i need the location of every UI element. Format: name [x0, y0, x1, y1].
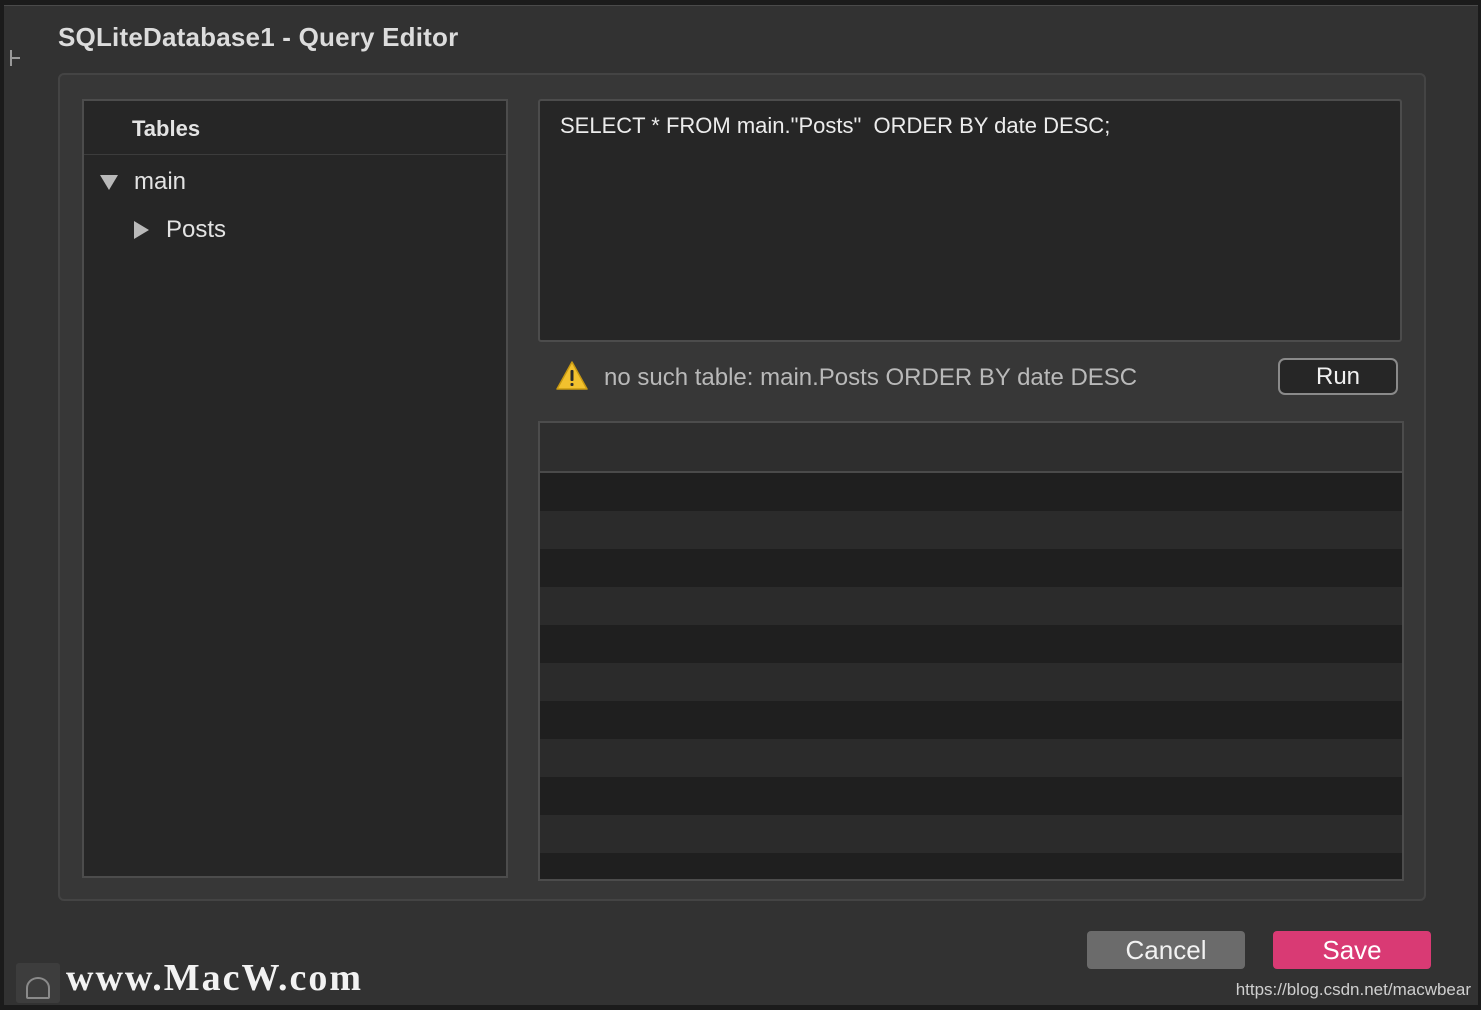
tables-header[interactable]: Tables [84, 101, 506, 155]
warning-icon [556, 361, 588, 390]
save-button[interactable]: Save [1273, 931, 1431, 969]
sql-query-textarea[interactable]: SELECT * FROM main."Posts" ORDER BY date… [538, 99, 1402, 342]
results-grid[interactable] [538, 421, 1404, 881]
table-row [540, 701, 1402, 739]
table-row [540, 549, 1402, 587]
tree-item-main[interactable]: main [98, 167, 186, 197]
table-row [540, 587, 1402, 625]
tree-item-label: main [134, 168, 187, 195]
table-row [540, 815, 1402, 853]
table-row [540, 777, 1402, 815]
table-row [540, 853, 1402, 879]
window-edge-marker [10, 50, 20, 66]
table-row [540, 739, 1402, 777]
tables-header-label: Tables [132, 116, 201, 141]
table-row [540, 663, 1402, 701]
watermark-logo-icon [16, 963, 60, 1003]
tables-tree-panel[interactable]: Tables main Posts [82, 99, 508, 878]
tree-item-label: Posts [166, 216, 227, 243]
watermark-macw: www.MacW.com [66, 957, 363, 999]
table-row [540, 625, 1402, 663]
cancel-button[interactable]: Cancel [1087, 931, 1245, 969]
disclosure-triangle-expanded-icon[interactable] [98, 171, 120, 193]
table-row [540, 473, 1402, 511]
run-button[interactable]: Run [1278, 358, 1398, 395]
disclosure-triangle-collapsed-icon[interactable] [130, 219, 152, 241]
watermark-csdn: https://blog.csdn.net/macwbear [1235, 980, 1471, 999]
error-message: no such table: main.Posts ORDER BY date … [604, 364, 1138, 391]
results-header[interactable] [540, 423, 1402, 473]
dialog-title: SQLiteDatabase1 - Query Editor [58, 22, 459, 52]
table-row [540, 511, 1402, 549]
tree-item-posts[interactable]: Posts [130, 215, 226, 245]
